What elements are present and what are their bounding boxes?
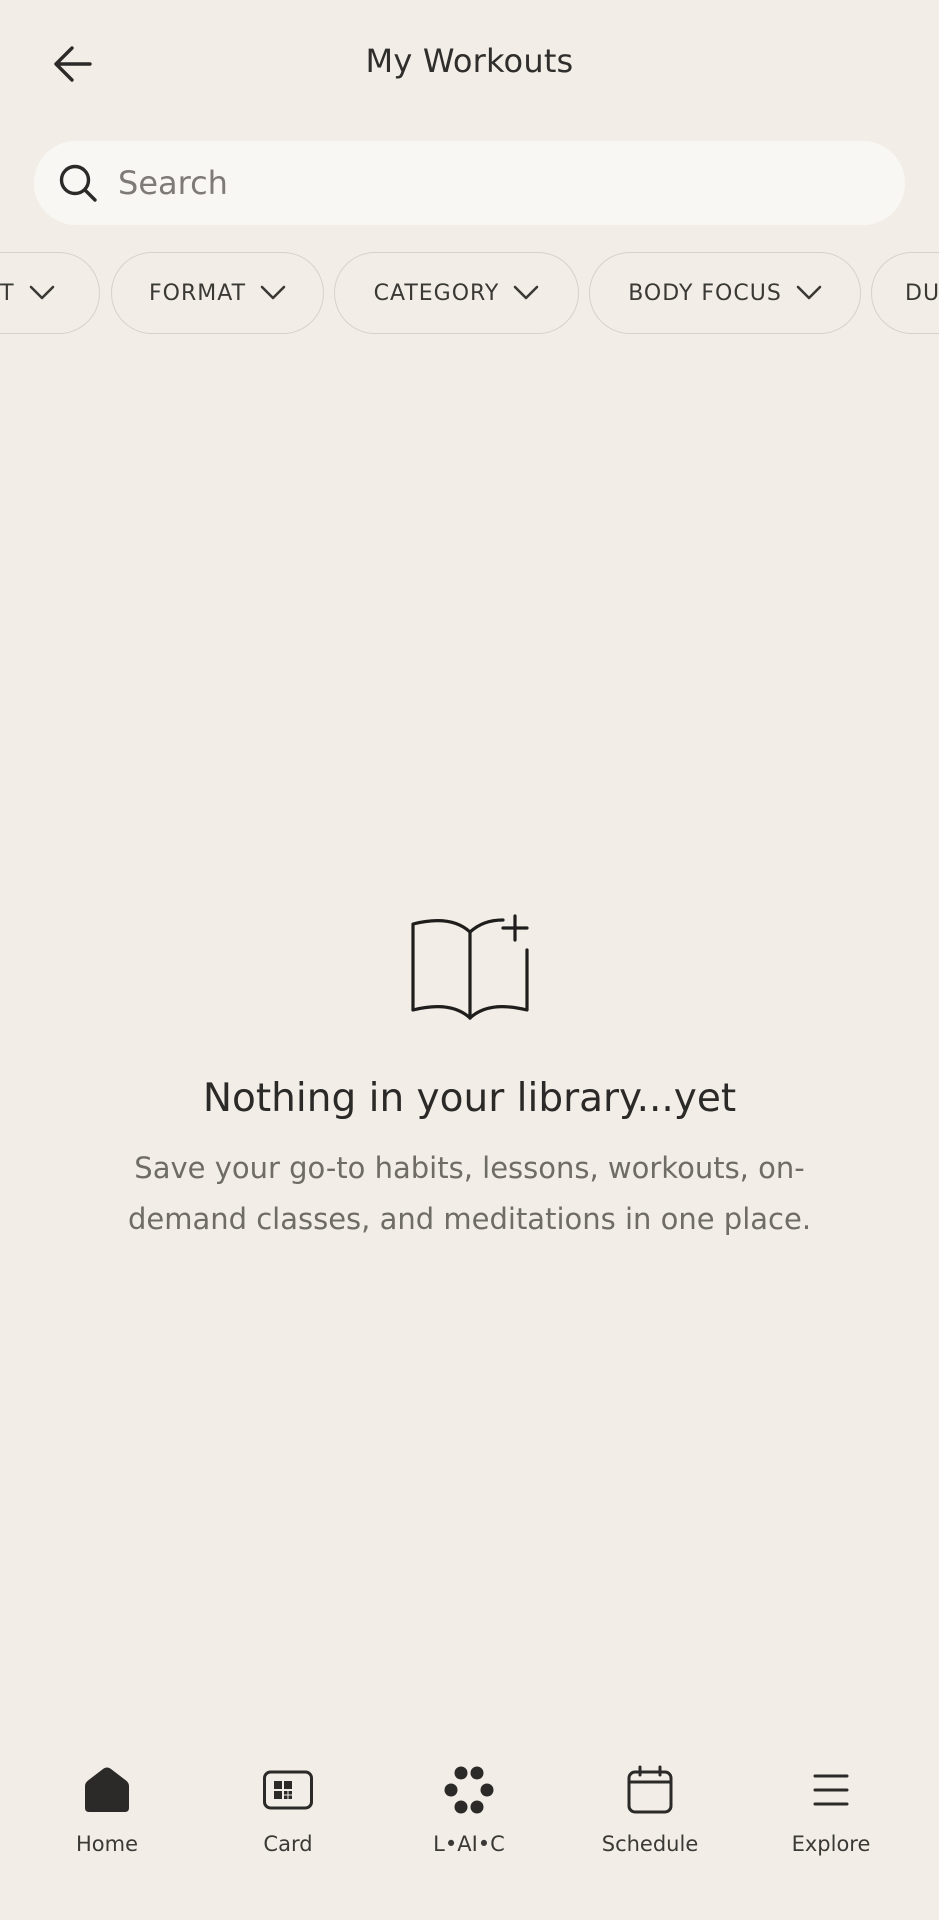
filter-chip-label: CATEGORY	[373, 280, 500, 306]
empty-state-title: Nothing in your library...yet	[202, 1076, 737, 1121]
nav-label: Explore	[791, 1832, 871, 1856]
nav-item-card[interactable]: Card	[208, 1764, 368, 1874]
filter-chip-label: RT	[0, 280, 15, 306]
filter-chip-format[interactable]: FORMAT	[111, 252, 324, 334]
filter-chip-category[interactable]: CATEGORY	[334, 252, 579, 334]
search-icon	[59, 164, 97, 202]
nav-item-schedule[interactable]: Schedule	[570, 1764, 730, 1874]
filter-chip-row[interactable]: RT FORMAT CATEGORY BODY FOCUS DU	[0, 252, 939, 336]
empty-state: Nothing in your library...yet Save your …	[0, 910, 939, 1245]
header: My Workouts	[0, 0, 939, 128]
home-icon	[85, 1767, 129, 1812]
nav-label: Card	[263, 1832, 313, 1856]
bottom-nav: Home Card L•AI•C Schedule Explore	[0, 1710, 939, 1920]
nav-item-home[interactable]: Home	[27, 1764, 187, 1874]
search-bar[interactable]	[34, 141, 905, 225]
nav-item-laic[interactable]: L•AI•C	[389, 1764, 549, 1874]
book-add-icon	[410, 914, 529, 1020]
nav-label: L•AI•C	[433, 1832, 505, 1856]
chevron-down-icon	[260, 285, 286, 300]
nav-label: Schedule	[601, 1832, 699, 1856]
chevron-down-icon	[29, 285, 54, 300]
chevron-down-icon	[514, 285, 539, 300]
filter-chip-label: BODY FOCUS	[628, 280, 782, 306]
filter-chip-label: DU	[905, 280, 939, 306]
card-icon	[263, 1770, 313, 1810]
filter-chip-sort[interactable]: RT	[0, 252, 100, 334]
nav-item-explore[interactable]: Explore	[751, 1764, 911, 1874]
search-input[interactable]	[118, 141, 878, 225]
empty-state-description: Save your go-to habits, lessons, workout…	[127, 1151, 812, 1236]
chevron-down-icon	[796, 285, 822, 300]
filter-chip-duration[interactable]: DU	[871, 252, 939, 334]
dots-icon	[444, 1766, 494, 1814]
filter-chip-body-focus[interactable]: BODY FOCUS	[589, 252, 861, 334]
menu-icon	[813, 1774, 849, 1806]
nav-label: Home	[75, 1832, 138, 1856]
filter-chip-label: FORMAT	[148, 280, 247, 306]
calendar-icon	[627, 1765, 673, 1814]
page-title: My Workouts	[365, 42, 574, 80]
